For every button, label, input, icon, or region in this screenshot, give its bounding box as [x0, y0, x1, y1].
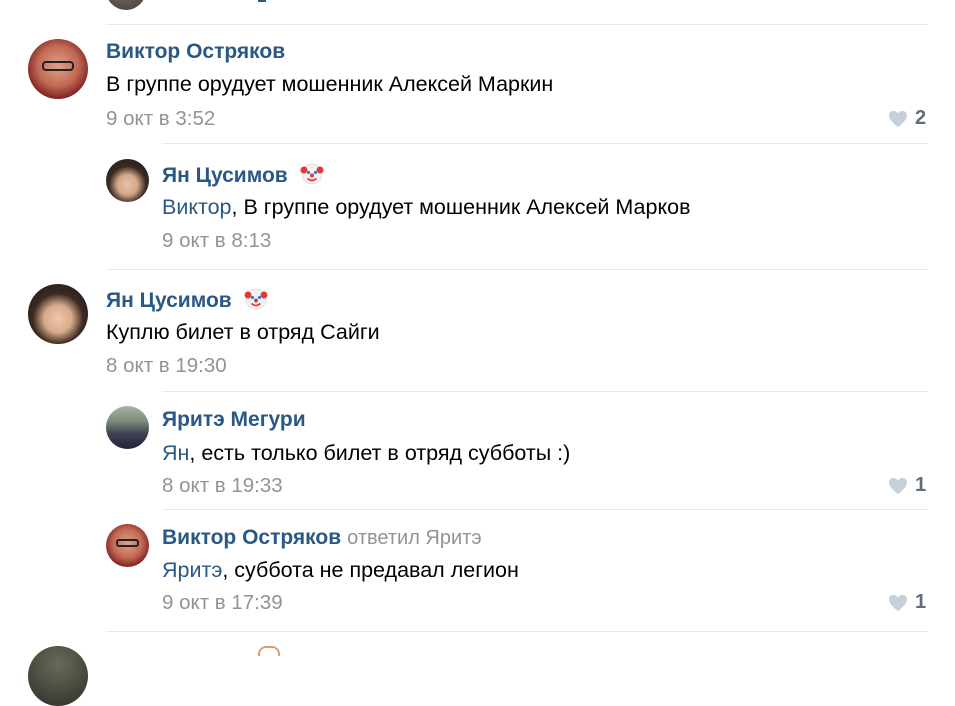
- separator: [162, 509, 928, 510]
- comment-text-body: , В группе орудует мошенник Алексей Марк…: [231, 195, 691, 219]
- partial-emoji-fragment: [258, 646, 280, 656]
- like-button[interactable]: 1: [888, 474, 926, 497]
- separator: [106, 631, 928, 632]
- comment-date[interactable]: 9 окт в 17:39: [162, 591, 283, 615]
- comment-author: Ян Цусимов: [162, 162, 324, 188]
- comment-author: Ян Цусимов: [106, 287, 268, 313]
- like-count: 1: [915, 474, 927, 496]
- avatar[interactable]: [106, 406, 149, 449]
- separator: [106, 269, 928, 270]
- mention-link[interactable]: Ян: [162, 441, 189, 465]
- separator: [162, 143, 928, 144]
- clown-face-emoji: [300, 163, 324, 185]
- mention-link[interactable]: Яритэ: [162, 558, 222, 582]
- comment-text: Куплю билет в отряд Сайги: [106, 320, 380, 344]
- like-button[interactable]: 1: [888, 591, 926, 614]
- comment-date[interactable]: 8 окт в 19:33: [162, 474, 283, 498]
- avatar[interactable]: [28, 39, 88, 99]
- comment-text: Ян, есть только билет в отряд субботы :): [162, 441, 570, 466]
- heart-icon: [889, 477, 907, 494]
- comment-date[interactable]: 8 окт в 19:30: [106, 354, 227, 378]
- author-name[interactable]: Виктор Остряков: [162, 526, 341, 549]
- partial-author-fragment: [258, 0, 266, 2]
- comment-author[interactable]: Виктор Остряков: [106, 40, 285, 64]
- avatar[interactable]: [106, 524, 149, 567]
- heart-icon: [889, 110, 907, 127]
- clown-face-emoji: [244, 288, 268, 310]
- separator: [106, 24, 928, 25]
- avatar-partial-bottom[interactable]: [28, 646, 88, 706]
- avatar[interactable]: [106, 159, 149, 202]
- comment-text: Яритэ, суббота не предавал легион: [162, 558, 519, 583]
- separator: [162, 391, 928, 392]
- comment-text: Виктор, В группе орудует мошенник Алексе…: [162, 195, 691, 220]
- author-name[interactable]: Ян Цусимов: [106, 289, 232, 312]
- author-name[interactable]: Ян Цусимов: [162, 164, 288, 187]
- comment-text-body: , суббота не предавал легион: [222, 558, 519, 582]
- mention-link[interactable]: Виктор: [162, 195, 232, 219]
- like-button[interactable]: 2: [888, 107, 926, 130]
- comment-text-body: , есть только билет в отряд субботы :): [189, 441, 571, 465]
- like-count: 1: [915, 591, 927, 613]
- comment-text: В группе орудует мошенник Алексей Маркин: [106, 72, 554, 96]
- comment-author: Виктор Остряков ответил Яритэ: [162, 526, 482, 550]
- avatar-partial-top[interactable]: [106, 0, 146, 10]
- reply-to-label[interactable]: ответил Яритэ: [347, 527, 481, 549]
- avatar[interactable]: [28, 284, 88, 344]
- comment-date[interactable]: 9 окт в 8:13: [162, 229, 271, 253]
- like-count: 2: [915, 107, 927, 129]
- heart-icon: [889, 594, 907, 611]
- comment-author[interactable]: Яритэ Мегури: [162, 408, 306, 432]
- comment-date[interactable]: 9 окт в 3:52: [106, 107, 215, 131]
